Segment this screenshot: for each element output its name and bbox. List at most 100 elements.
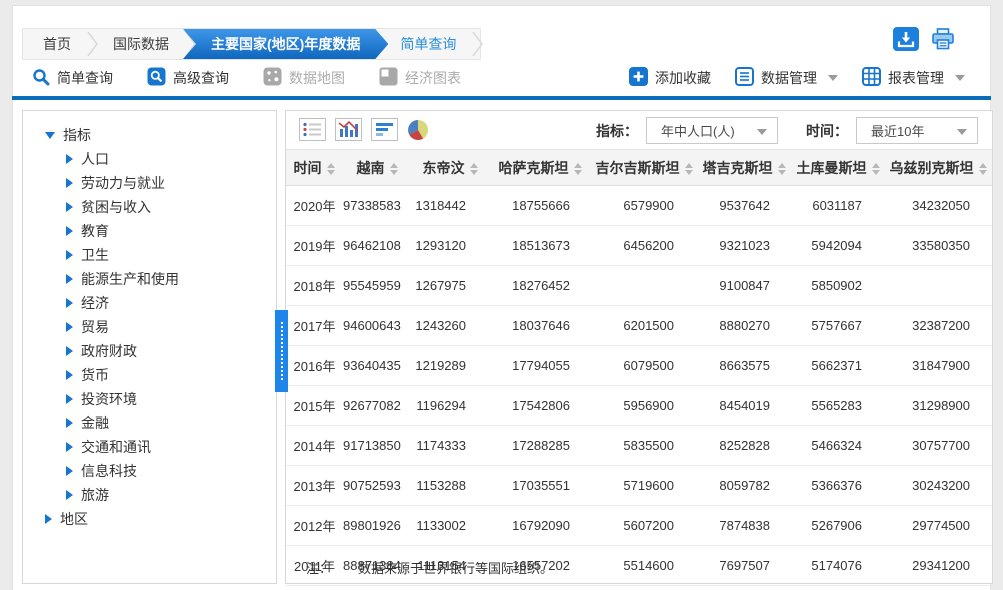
- breadcrumb-label: 主要国家(地区)年度数据: [211, 34, 360, 54]
- breadcrumb-label: 国际数据: [113, 34, 169, 54]
- data-cell: 6579900: [592, 186, 696, 226]
- chevron-down-icon: [955, 75, 965, 81]
- hbar-chart-view-button[interactable]: [371, 118, 398, 146]
- tree-node[interactable]: 劳动力与就业: [23, 171, 276, 195]
- sort-icon: [327, 163, 335, 175]
- table-row: 2020年97338583131844218755666657990095376…: [286, 186, 992, 226]
- tree-node[interactable]: 教育: [23, 219, 276, 243]
- data-cell: 94600643: [342, 306, 412, 346]
- table-header-row: 时间越南东帝汶哈萨克斯坦 吉尔吉斯斯坦塔吉克斯坦土库曼斯坦乌兹别克斯坦: [286, 150, 992, 186]
- tree-node[interactable]: 交通和通讯: [23, 435, 276, 459]
- add-favorite-icon: [629, 67, 648, 89]
- data-cell: 91713850: [342, 426, 412, 466]
- toolbar-button-data-map[interactable]: 数据地图: [263, 67, 345, 89]
- data-cell: 1318442: [412, 186, 488, 226]
- table-row: 2014年91713850117433317288285583550082528…: [286, 426, 992, 466]
- tree-node-label: 贫困与收入: [81, 197, 151, 217]
- tree-node[interactable]: 经济: [23, 291, 276, 315]
- sort-icon: [574, 163, 582, 175]
- triangle-down-icon: [45, 132, 55, 139]
- row-year-cell: 2019年: [286, 226, 342, 266]
- tree-node[interactable]: 政府财政: [23, 339, 276, 363]
- tree-node[interactable]: 能源生产和使用: [23, 267, 276, 291]
- tree-node[interactable]: 卫生: [23, 243, 276, 267]
- breadcrumb-item-4[interactable]: 简单查询: [380, 29, 476, 59]
- tree-node[interactable]: 金融: [23, 411, 276, 435]
- data-cell: 16792090: [488, 506, 592, 546]
- triangle-right-icon: [66, 202, 73, 212]
- data-cell: 5466324: [792, 426, 884, 466]
- breadcrumb: 首页 国际数据 主要国家(地区)年度数据简单查询: [22, 28, 481, 60]
- toolbar-button-simple-search[interactable]: 简单查询: [32, 68, 113, 89]
- data-cell: 31847900: [884, 346, 992, 386]
- list-view-button[interactable]: [299, 118, 326, 146]
- breadcrumb-item-1[interactable]: 首页: [23, 29, 91, 59]
- table-row: 2015年92677082119629417542806595690084540…: [286, 386, 992, 426]
- row-year-cell: 2017年: [286, 306, 342, 346]
- column-header-2[interactable]: 越南: [342, 150, 412, 186]
- breadcrumb-item-3[interactable]: 主要国家(地区)年度数据: [183, 29, 388, 59]
- toolbar-button-report-manage[interactable]: 报表管理: [862, 67, 965, 89]
- econ-chart-icon: [379, 67, 398, 89]
- toolbar-button-label: 简单查询: [57, 68, 113, 88]
- print-button[interactable]: [930, 29, 956, 53]
- download-button[interactable]: [893, 29, 919, 53]
- toolbar-button-add-favorite[interactable]: 添加收藏: [629, 67, 711, 89]
- triangle-right-icon: [66, 466, 73, 476]
- data-cell: 5565283: [792, 386, 884, 426]
- table-row: 2019年96462108129312018513673645620093210…: [286, 226, 992, 266]
- row-year-cell: 2018年: [286, 266, 342, 306]
- tree-node[interactable]: 人口: [23, 147, 276, 171]
- tree-node[interactable]: 投资环境: [23, 387, 276, 411]
- time-select[interactable]: 最近10年: [856, 117, 978, 144]
- tree-node-label: 信息科技: [81, 461, 137, 481]
- bar-line-chart-view-button[interactable]: [335, 118, 362, 146]
- tree-node[interactable]: 旅游: [23, 483, 276, 507]
- indicator-select[interactable]: 年中人口(人): [646, 117, 778, 144]
- tree-node[interactable]: 贫困与收入: [23, 195, 276, 219]
- tree-node[interactable]: 指标: [23, 123, 276, 147]
- column-header-label: 哈萨克斯坦: [499, 160, 569, 176]
- data-cell: 18037646: [488, 306, 592, 346]
- data-cell: 1219289: [412, 346, 488, 386]
- column-header-1[interactable]: 时间: [286, 150, 342, 186]
- data-cell: 17035551: [488, 466, 592, 506]
- data-cell: 5174076: [792, 546, 884, 586]
- column-header-5[interactable]: 吉尔吉斯斯坦: [592, 150, 696, 186]
- data-cell: 95545959: [342, 266, 412, 306]
- column-header-3[interactable]: 东帝汶: [412, 150, 488, 186]
- triangle-right-icon: [66, 250, 73, 260]
- column-header-8[interactable]: 乌兹别克斯坦: [884, 150, 992, 186]
- toolbar-button-label: 高级查询: [173, 68, 229, 88]
- window-actions: [893, 29, 956, 53]
- toolbar-button-econ-chart[interactable]: 经济图表: [379, 67, 461, 89]
- data-cell: 1196294: [412, 386, 488, 426]
- data-cell: 30757700: [884, 426, 992, 466]
- column-header-7[interactable]: 土库曼斯坦: [792, 150, 884, 186]
- tree-node[interactable]: 信息科技: [23, 459, 276, 483]
- data-map-icon: [263, 67, 282, 89]
- column-header-4[interactable]: 哈萨克斯坦: [488, 150, 592, 186]
- tree-node[interactable]: 货币: [23, 363, 276, 387]
- row-year-cell: 2013年: [286, 466, 342, 506]
- row-year-cell: 2020年: [286, 186, 342, 226]
- data-cell: 6079500: [592, 346, 696, 386]
- toolbar-button-data-manage[interactable]: 数据管理: [735, 67, 838, 89]
- time-label: 时间：: [806, 121, 848, 141]
- tree-node[interactable]: 贸易: [23, 315, 276, 339]
- panel-splitter-handle[interactable]: [275, 310, 288, 392]
- indicator-select-value: 年中人口(人): [661, 121, 735, 140]
- column-header-6[interactable]: 塔吉克斯坦: [696, 150, 792, 186]
- data-cell: 1174333: [412, 426, 488, 466]
- breadcrumb-item-2[interactable]: 国际数据: [93, 29, 189, 59]
- data-cell: 5835500: [592, 426, 696, 466]
- data-cell: 5662371: [792, 346, 884, 386]
- data-cell: 1267975: [412, 266, 488, 306]
- pie-chart-view-button[interactable]: [407, 119, 429, 146]
- toolbar-right: 添加收藏 数据管理 报表管理: [629, 61, 965, 95]
- data-cell: [884, 266, 992, 306]
- toolbar-button-advanced-search[interactable]: 高级查询: [147, 67, 229, 89]
- sort-icon: [872, 163, 880, 175]
- report-manage-icon: [862, 67, 881, 89]
- tree-node[interactable]: 地区: [23, 507, 276, 531]
